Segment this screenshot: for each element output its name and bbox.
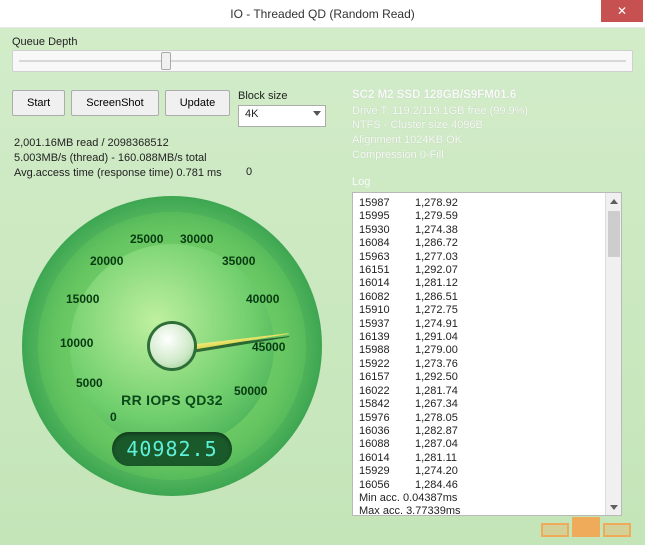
log-row: 160141,281.12: [359, 277, 615, 290]
log-row: 160821,286.51: [359, 291, 615, 304]
drive-align: Alignment 1024KB OK: [352, 133, 528, 148]
log-row: 160881,287.04: [359, 438, 615, 451]
log-row: 160841,286.72: [359, 237, 615, 250]
log-row: 159761,278.05: [359, 412, 615, 425]
gauge-hub: [150, 324, 194, 368]
chevron-up-icon: [610, 199, 618, 204]
log-row: 159221,273.76: [359, 358, 615, 371]
log-row: 159101,272.75: [359, 304, 615, 317]
iops-gauge: 0 5000 10000 15000 20000 25000 30000 35000 40000…: [22, 196, 322, 496]
chevron-down-icon: [313, 111, 321, 116]
log-max: Max acc. 3.77339ms: [359, 505, 615, 515]
gauge-title: RR IOPS QD32: [22, 392, 322, 408]
gauge-tick: 35000: [222, 254, 255, 268]
update-button[interactable]: Update: [165, 90, 230, 116]
drive-info: SC2 M2 SSD 128GB/S9FM01.6 Drive T: 119.2…: [352, 88, 528, 163]
stat-latency: Avg.access time (response time) 0.781 ms: [14, 166, 222, 181]
drive-compress: Compression 0-Fill: [352, 148, 528, 163]
log-row: 158421,267.34: [359, 398, 615, 411]
log-label: Log: [352, 176, 370, 188]
log-row: 159301,274.38: [359, 224, 615, 237]
titlebar: IO - Threaded QD (Random Read) ✕: [0, 0, 645, 28]
block-size-value: 4K: [245, 108, 258, 120]
gauge-tick: 25000: [130, 232, 163, 246]
stat-speed: 5.003MB/s (thread) - 160.088MB/s total: [14, 151, 222, 166]
slider-thumb[interactable]: [161, 52, 171, 70]
log-row: 160561,284.46: [359, 479, 615, 492]
gauge-tick: 10000: [60, 336, 93, 350]
block-size-group: Block size 4K: [238, 90, 326, 127]
log-row: 159291,274.20: [359, 465, 615, 478]
watermark-logo: [541, 517, 631, 537]
gauge-tick: 30000: [180, 232, 213, 246]
block-size-select[interactable]: 4K: [238, 105, 326, 127]
log-row: 160141,281.11: [359, 452, 615, 465]
close-icon: ✕: [617, 4, 627, 18]
slider-track: [19, 60, 626, 62]
gauge-tick: 20000: [90, 254, 123, 268]
log-row: 159871,278.92: [359, 197, 615, 210]
log-row: 160221,281.74: [359, 385, 615, 398]
log-row: 159881,279.00: [359, 344, 615, 357]
gauge-tick: 0: [110, 410, 117, 424]
queue-depth-label: Queue Depth: [12, 36, 633, 48]
stat-read: 2,001.16MB read / 2098368512: [14, 136, 222, 151]
gauge-tick: 40000: [246, 292, 279, 306]
scroll-thumb[interactable]: [608, 211, 620, 257]
gauge-lcd: 40982.5: [112, 432, 232, 466]
log-row: 161511,292.07: [359, 264, 615, 277]
log-row: 161571,292.50: [359, 371, 615, 384]
gauge-tick: 15000: [66, 292, 99, 306]
gauge-tick: 5000: [76, 376, 103, 390]
log-row: 161391,291.04: [359, 331, 615, 344]
scroll-down-button[interactable]: [606, 499, 621, 515]
log-row: 160361,282.87: [359, 425, 615, 438]
log-row: 159371,274.91: [359, 318, 615, 331]
drive-free: Drive T: 119.2/119.1GB free (99.9%): [352, 104, 528, 119]
close-button[interactable]: ✕: [601, 0, 643, 22]
drive-model: SC2 M2 SSD 128GB/S9FM01.6: [352, 88, 528, 104]
main-panel: Queue Depth Start ScreenShot Update Bloc…: [0, 28, 645, 545]
chevron-down-icon: [610, 505, 618, 510]
log-box[interactable]: 159871,278.92159951,279.59159301,274.381…: [352, 192, 622, 516]
stats-block: 2,001.16MB read / 2098368512 5.003MB/s (…: [14, 136, 222, 181]
window-title: IO - Threaded QD (Random Read): [0, 7, 645, 21]
stat-counter: 0: [246, 166, 252, 178]
log-scrollbar[interactable]: [605, 193, 621, 515]
log-row: 159631,277.03: [359, 251, 615, 264]
log-min: Min acc. 0.04387ms: [359, 492, 615, 505]
scroll-up-button[interactable]: [606, 193, 621, 209]
screenshot-button[interactable]: ScreenShot: [71, 90, 158, 116]
log-row: 159951,279.59: [359, 210, 615, 223]
queue-depth-slider[interactable]: [12, 50, 633, 72]
gauge-value: 40982.5: [126, 437, 217, 461]
start-button[interactable]: Start: [12, 90, 65, 116]
block-size-label: Block size: [238, 90, 326, 102]
drive-fs: NTFS - Cluster size 4096B: [352, 118, 528, 133]
